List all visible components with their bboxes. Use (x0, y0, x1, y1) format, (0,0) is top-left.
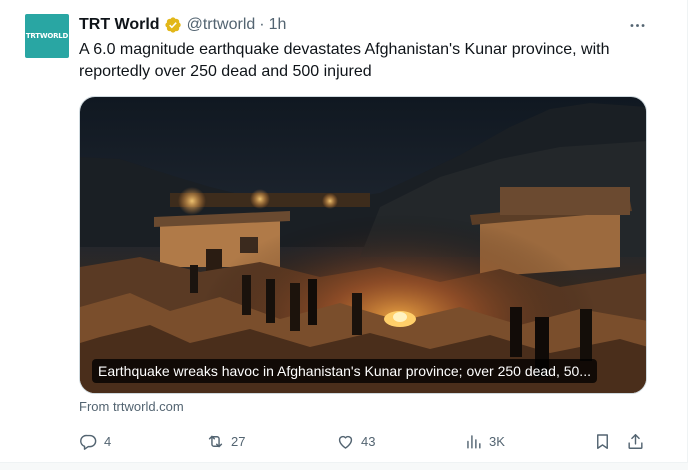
share-icon (628, 433, 643, 449)
views-count: 3K (489, 433, 505, 449)
heart-icon (338, 435, 353, 449)
reply-count: 4 (104, 433, 112, 449)
like-count: 43 (361, 433, 376, 449)
repost-icon (208, 435, 223, 447)
avatar-logo-text: TRTWORLD (25, 32, 69, 40)
avatar[interactable]: TRTWORLD (25, 14, 69, 58)
card-caption: Earthquake wreaks havoc in Afghanistan's… (92, 359, 597, 383)
tweet[interactable]: TRTWORLD TRT World @trtworld · 1h A 6.0 … (0, 0, 688, 462)
tweet-text: A 6.0 magnitude earthquake devastates Af… (79, 41, 610, 80)
account-name[interactable]: TRT World (79, 16, 160, 34)
bookmark-button[interactable] (593, 428, 612, 454)
views-button[interactable]: 3K (464, 428, 505, 454)
tweet-header: TRT World @trtworld · 1h (79, 14, 286, 36)
more-horizontal-icon (630, 23, 644, 27)
bookmark-icon (597, 433, 608, 449)
account-handle[interactable]: @trtworld (187, 16, 256, 34)
timeline-divider (0, 462, 688, 470)
reply-button[interactable]: 4 (79, 428, 111, 454)
earthquake-photo (80, 97, 646, 393)
repost-button[interactable]: 27 (206, 428, 245, 454)
link-card[interactable]: Earthquake wreaks havoc in Afghanistan's… (79, 96, 647, 394)
card-source-link[interactable]: From trtworld.com (79, 399, 184, 414)
views-icon (467, 434, 481, 449)
action-bar: 4 27 43 3K (0, 428, 688, 454)
tweet-timestamp[interactable]: 1h (269, 16, 287, 34)
verified-badge-icon[interactable] (164, 16, 182, 34)
repost-count: 27 (231, 433, 246, 449)
reply-icon (80, 434, 97, 450)
like-button[interactable]: 43 (336, 428, 375, 454)
separator-dot: · (259, 16, 265, 33)
share-button[interactable] (626, 428, 645, 454)
more-options-button[interactable] (625, 15, 649, 35)
